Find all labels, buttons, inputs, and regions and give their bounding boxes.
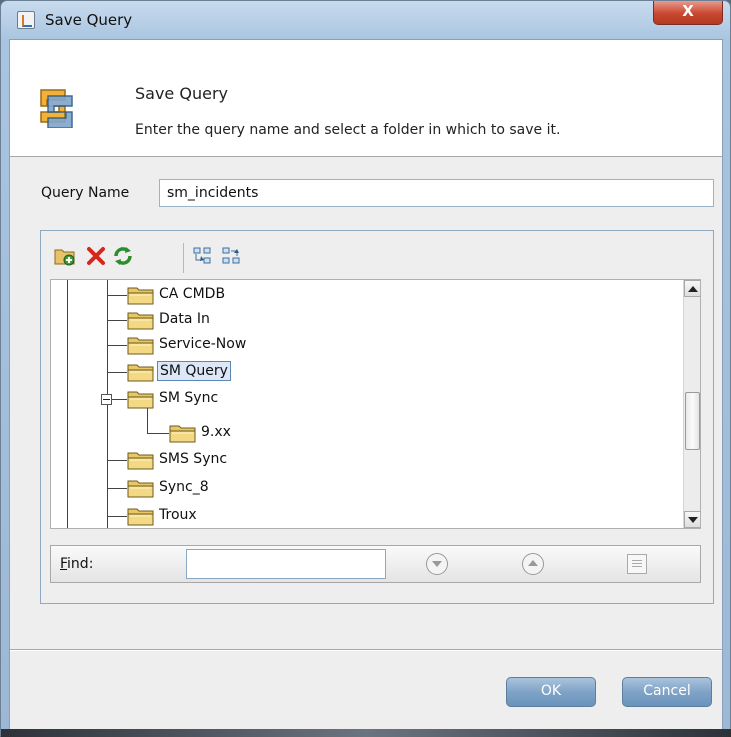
tree-toolbar bbox=[50, 243, 350, 273]
tree-node-label: CA CMDB bbox=[159, 286, 226, 302]
refresh-icon[interactable] bbox=[112, 245, 134, 267]
scroll-down-button[interactable] bbox=[684, 511, 700, 528]
tree-node[interactable]: Troux bbox=[127, 504, 327, 528]
find-next-button[interactable] bbox=[426, 553, 448, 575]
save-query-icon bbox=[40, 89, 73, 128]
tree-guide-line bbox=[107, 516, 127, 517]
toolbar-separator bbox=[183, 243, 184, 273]
find-mnemonic: F bbox=[60, 556, 68, 572]
ok-button[interactable]: OK bbox=[506, 677, 596, 707]
tree-guide-line bbox=[107, 460, 127, 461]
tree-guide-line bbox=[147, 433, 169, 434]
dialog-header: Save Query Enter the query name and sele… bbox=[10, 40, 722, 157]
folder-icon bbox=[127, 310, 155, 330]
folder-icon bbox=[127, 335, 155, 355]
new-folder-icon[interactable] bbox=[54, 245, 76, 267]
dialog-window: Save Query X Save Query Enter the query … bbox=[0, 0, 731, 737]
scroll-up-button[interactable] bbox=[684, 280, 700, 297]
tree-node-label: SMS Sync bbox=[159, 451, 228, 467]
java-app-icon bbox=[17, 11, 35, 29]
tree-node[interactable]: Sync_8 bbox=[127, 476, 327, 500]
collapse-all-icon[interactable] bbox=[221, 245, 243, 267]
tree-guide-line bbox=[107, 488, 127, 489]
header-subtitle: Enter the query name and select a folder… bbox=[135, 122, 561, 138]
delete-icon[interactable] bbox=[85, 245, 107, 267]
tree-node-label: Troux bbox=[159, 507, 197, 523]
tree-node[interactable]: 9.xx bbox=[169, 421, 369, 445]
find-options-button[interactable] bbox=[627, 554, 647, 574]
scroll-thumb[interactable] bbox=[685, 392, 700, 450]
find-bar: Find: bbox=[50, 545, 701, 583]
folder-tree-panel: CA CMDB Data In Service-Now SM Query SM Sync… bbox=[40, 230, 714, 604]
tree-node-label: Sync_8 bbox=[159, 479, 209, 495]
tree-node-label: SM Query bbox=[157, 361, 231, 381]
tree-scrollbar[interactable] bbox=[683, 280, 700, 528]
tree-node-label: 9.xx bbox=[201, 424, 231, 440]
tree-node-label: SM Sync bbox=[159, 390, 219, 406]
tree-node[interactable]: Data In bbox=[127, 308, 327, 332]
dialog-content: Save Query Enter the query name and sele… bbox=[9, 39, 723, 737]
footer-divider-highlight bbox=[10, 650, 722, 651]
tree-guide-line bbox=[107, 345, 127, 346]
tree-guide-line bbox=[67, 280, 68, 528]
tree-guide-line bbox=[107, 295, 127, 296]
folder-icon bbox=[127, 362, 155, 382]
tree-node[interactable]: SM Query bbox=[127, 360, 327, 384]
folder-icon bbox=[127, 285, 155, 305]
expand-all-icon[interactable] bbox=[192, 245, 214, 267]
query-name-label: Query Name bbox=[41, 185, 130, 201]
query-name-input[interactable]: sm_incidents bbox=[159, 179, 714, 207]
find-input[interactable] bbox=[186, 549, 386, 579]
close-button[interactable]: X bbox=[653, 1, 723, 25]
header-title: Save Query bbox=[135, 84, 228, 103]
tree-node-label: Data In bbox=[159, 311, 210, 327]
collapse-toggle[interactable] bbox=[101, 394, 112, 405]
folder-icon bbox=[127, 389, 155, 409]
tree-node[interactable]: SM Sync bbox=[127, 387, 327, 411]
tree-node-label: Service-Now bbox=[159, 336, 247, 352]
folder-tree[interactable]: CA CMDB Data In Service-Now SM Query SM Sync… bbox=[50, 279, 701, 529]
folder-icon bbox=[127, 506, 155, 526]
folder-icon bbox=[127, 450, 155, 470]
folder-icon bbox=[127, 478, 155, 498]
find-previous-button[interactable] bbox=[522, 553, 544, 575]
tree-guide-line bbox=[107, 372, 127, 373]
tree-guide-line bbox=[107, 320, 127, 321]
folder-icon bbox=[169, 423, 197, 443]
cancel-button[interactable]: Cancel bbox=[622, 677, 712, 707]
tree-node[interactable]: SMS Sync bbox=[127, 448, 327, 472]
title-bar[interactable]: Save Query X bbox=[1, 1, 730, 39]
tree-node[interactable]: Service-Now bbox=[127, 333, 327, 357]
find-label-rest: ind: bbox=[67, 556, 94, 572]
find-label: Find: bbox=[60, 556, 93, 572]
tree-node[interactable]: CA CMDB bbox=[127, 283, 327, 307]
window-title: Save Query bbox=[45, 11, 133, 29]
